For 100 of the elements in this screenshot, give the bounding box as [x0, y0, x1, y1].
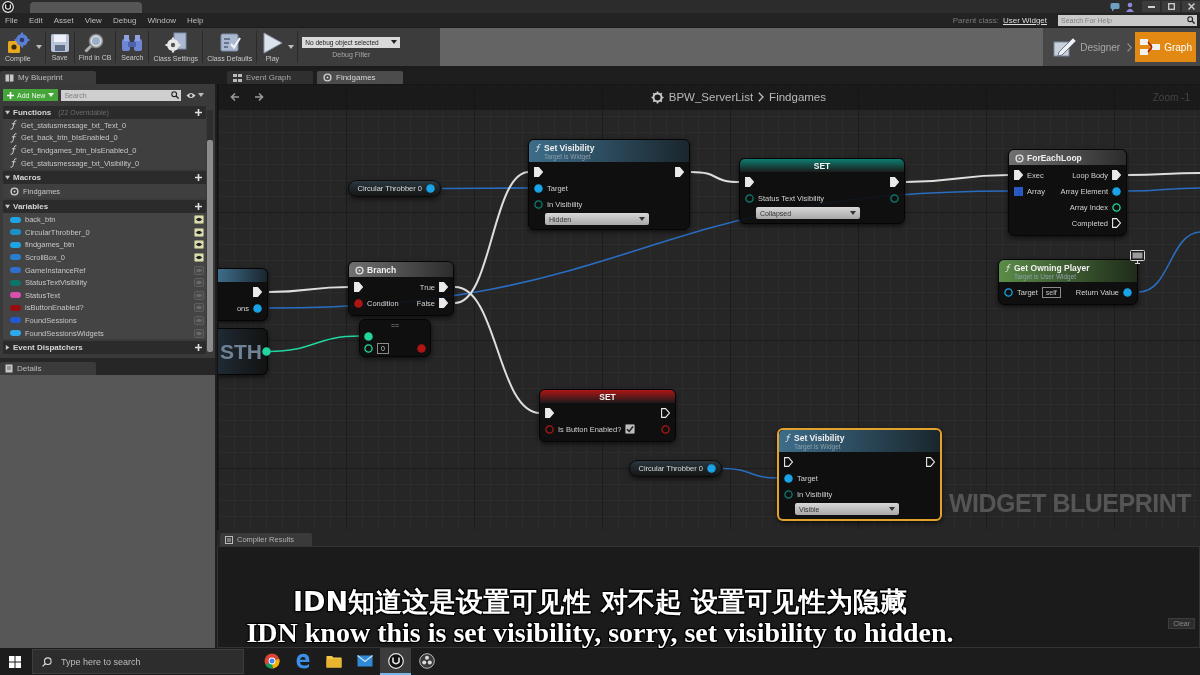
eye-checkbox[interactable] — [194, 215, 204, 225]
add-icon[interactable] — [195, 203, 202, 211]
app-logo-icon — [387, 652, 404, 669]
eye-checkbox[interactable] — [194, 290, 204, 300]
exec-pin-icon[interactable] — [745, 177, 754, 187]
caret-icon — [391, 40, 398, 44]
exec-pin-icon[interactable] — [253, 287, 262, 297]
breadcrumb-link[interactable]: Findgames — [769, 91, 826, 103]
eye-checkbox[interactable] — [194, 240, 204, 250]
eye-checkbox[interactable] — [194, 315, 204, 325]
expand-arrow-icon — [5, 345, 10, 351]
subtitle-line: IDN know this is set visibility, sorry, set visibility to hidden. — [246, 618, 954, 648]
document-icon — [5, 364, 13, 373]
add-icon[interactable] — [195, 344, 202, 352]
function-icon — [535, 143, 541, 153]
data-pin-icon[interactable] — [364, 331, 373, 341]
add-icon[interactable] — [195, 174, 202, 182]
menu-item[interactable]: File — [5, 15, 18, 25]
data-pin-icon[interactable] — [707, 464, 716, 473]
data-pin-icon[interactable] — [364, 343, 373, 353]
graph-tab[interactable]: Findgames — [317, 71, 403, 84]
data-pin-icon[interactable] — [534, 183, 543, 193]
checkbox[interactable] — [625, 424, 636, 434]
chat-icon[interactable] — [1110, 1, 1120, 12]
section-header[interactable]: Macros — [3, 171, 206, 185]
binoculars-icon — [120, 33, 145, 53]
eye-checkbox[interactable] — [194, 227, 204, 237]
person-icon[interactable] — [1125, 1, 1135, 12]
caret-icon — [639, 217, 645, 221]
designer-mode-button[interactable]: Designer — [1049, 32, 1125, 62]
data-pin-icon[interactable] — [1112, 186, 1121, 196]
restore-button[interactable] — [1162, 1, 1180, 12]
breadcrumb-link[interactable]: BPW_ServerList — [668, 91, 754, 103]
exec-pin-icon[interactable] — [534, 167, 543, 177]
exec-pin-icon[interactable] — [1112, 218, 1121, 228]
data-pin-icon[interactable] — [784, 473, 793, 483]
graph-tab[interactable]: Event Graph — [227, 71, 313, 84]
expand-arrow-icon — [5, 175, 10, 181]
restore-icon — [1167, 3, 1175, 10]
data-pin-icon[interactable] — [426, 184, 435, 193]
caret-icon — [35, 45, 42, 49]
gear-icon — [650, 90, 664, 104]
node-title: ForEachLoop — [1027, 153, 1082, 163]
menu-item[interactable]: Edit — [28, 15, 43, 25]
data-pin-icon[interactable] — [1004, 287, 1013, 297]
caret-icon — [889, 507, 895, 511]
exec-pin-icon[interactable] — [890, 177, 899, 187]
exec-pin-icon[interactable] — [784, 457, 793, 467]
minimize-icon — [1147, 5, 1155, 8]
details-tab[interactable]: Details — [0, 362, 96, 375]
view-options-button[interactable] — [184, 91, 206, 99]
eye-checkbox[interactable] — [194, 265, 204, 275]
graph-type-label: WIDGET BLUEPRINT — [949, 489, 1191, 518]
data-pin-icon[interactable] — [253, 303, 262, 313]
parent-class-link[interactable]: User Widget — [1003, 15, 1047, 25]
menu-item[interactable]: Help — [186, 15, 204, 25]
menu-item[interactable]: Asset — [53, 15, 74, 25]
close-icon — [1187, 3, 1195, 10]
eye-checkbox[interactable] — [194, 303, 204, 313]
subtitle-line: IDN知道这是设置可见性 对不起 设置可见性为隐藏 — [293, 586, 907, 618]
node-title: SET — [599, 392, 616, 402]
exec-pin-icon[interactable] — [675, 167, 684, 177]
exec-pin-icon[interactable] — [439, 282, 448, 292]
data-pin-icon[interactable] — [262, 347, 271, 356]
exec-pin-icon[interactable] — [1112, 170, 1121, 180]
exec-pin-icon[interactable] — [545, 408, 554, 418]
data-wire — [1138, 231, 1200, 293]
exec-pin-icon[interactable] — [661, 408, 670, 418]
function-icon — [1005, 263, 1011, 273]
eye-checkbox[interactable] — [194, 328, 204, 338]
section-header[interactable]: Variables — [3, 200, 206, 214]
exec-pin-icon[interactable] — [1014, 170, 1023, 180]
taskbar-button[interactable] — [380, 648, 411, 675]
menu-item[interactable]: View — [84, 15, 102, 25]
minimize-button[interactable] — [1142, 1, 1160, 12]
node-title: STH — [219, 339, 262, 364]
caret-icon — [288, 45, 295, 49]
array-pin-icon[interactable] — [1014, 186, 1023, 196]
menu-item[interactable]: Debug — [112, 15, 137, 25]
eye-checkbox[interactable] — [194, 252, 204, 262]
exec-pin-icon[interactable] — [926, 457, 935, 467]
node-title: SET — [813, 161, 831, 171]
menu-item[interactable]: Window — [147, 15, 176, 25]
blueprint-node[interactable]: STH — [218, 328, 268, 375]
data-pin-icon[interactable] — [1123, 287, 1132, 297]
graph-canvas[interactable] — [217, 84, 1200, 530]
add-icon[interactable] — [195, 109, 202, 116]
back-arrow-icon[interactable] — [230, 92, 240, 102]
node-title: Get Owning Player — [1014, 263, 1090, 273]
caret-icon — [850, 211, 856, 215]
gear-icon — [163, 32, 188, 54]
list-icon — [225, 535, 233, 544]
close-button[interactable] — [1182, 1, 1200, 12]
taskbar-search-field[interactable]: Type here to search — [32, 649, 244, 674]
eye-checkbox[interactable] — [194, 278, 204, 288]
my-blueprint-tab[interactable]: My Blueprint — [0, 71, 96, 84]
forward-arrow-icon[interactable] — [254, 92, 264, 102]
exec-pin-icon[interactable] — [354, 282, 363, 292]
exec-pin-icon[interactable] — [439, 298, 448, 308]
data-pin-icon[interactable] — [1112, 202, 1121, 212]
